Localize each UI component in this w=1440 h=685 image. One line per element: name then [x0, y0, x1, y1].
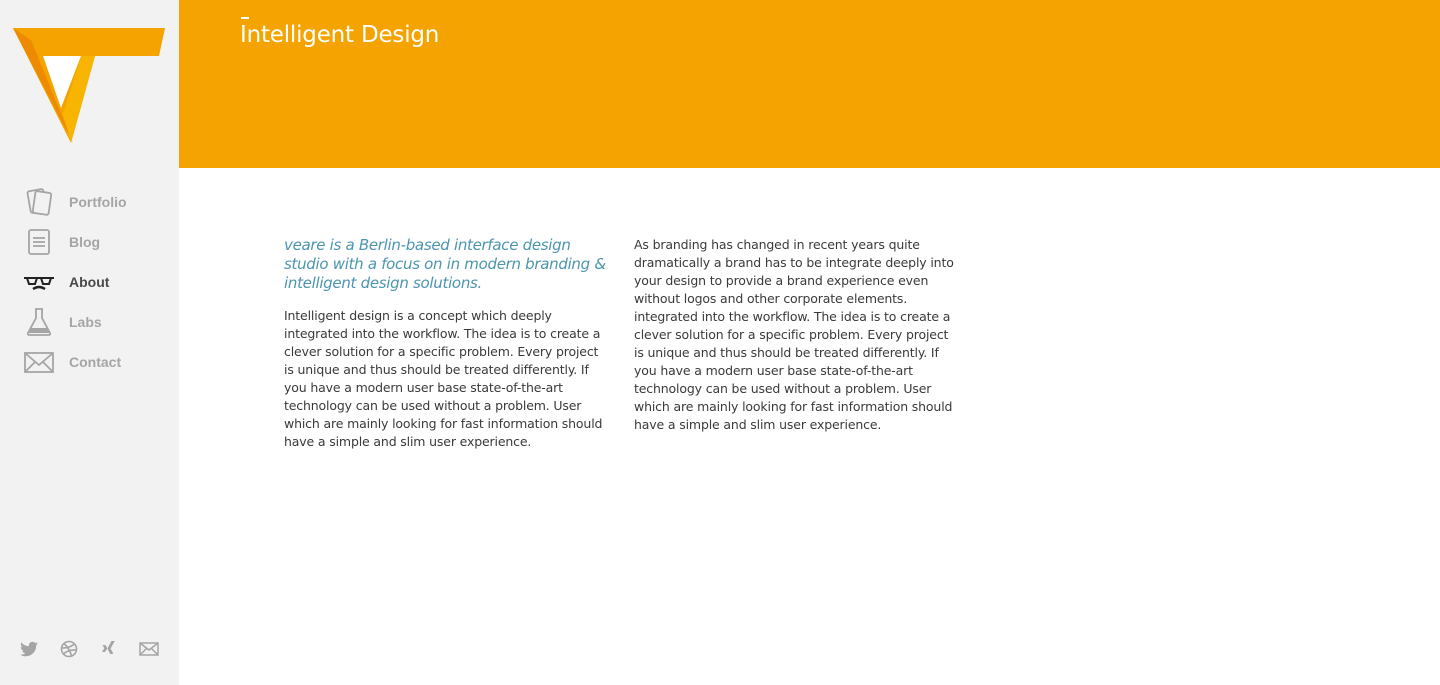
cards-icon	[22, 185, 56, 219]
nav-item-contact[interactable]: Contact	[22, 342, 127, 382]
nav-label-about: About	[69, 274, 110, 290]
content-column-left: veare is a Berlin-based interface design…	[284, 236, 606, 451]
right-paragraph: As branding has changed in recent years …	[634, 237, 954, 432]
mail-icon[interactable]	[138, 638, 160, 660]
main-nav: Portfolio Blog About Labs Contact	[22, 182, 127, 382]
nav-label-labs: Labs	[69, 314, 102, 330]
veare-v-logo-icon	[13, 28, 165, 143]
veare-logo[interactable]	[13, 28, 165, 146]
header-banner: Intelligent Design	[179, 0, 1440, 168]
nav-label-contact: Contact	[69, 354, 122, 370]
nav-item-about[interactable]: About	[22, 262, 127, 302]
xing-icon[interactable]	[98, 638, 120, 660]
nav-label-portfolio: Portfolio	[69, 194, 127, 210]
flask-icon	[22, 305, 56, 339]
glasses-mustache-icon	[22, 265, 56, 299]
social-links	[18, 638, 178, 660]
left-paragraph: Intelligent design is a concept which de…	[284, 308, 603, 449]
nav-item-blog[interactable]: Blog	[22, 222, 127, 262]
nav-item-labs[interactable]: Labs	[22, 302, 127, 342]
nav-item-portfolio[interactable]: Portfolio	[22, 182, 127, 222]
content-column-right: As branding has changed in recent years …	[634, 236, 956, 434]
nav-label-blog: Blog	[69, 234, 101, 250]
envelope-icon	[22, 345, 56, 379]
page-title: Intelligent Design	[240, 22, 440, 48]
document-icon	[22, 225, 56, 259]
sidebar: Portfolio Blog About Labs Contact	[0, 0, 179, 685]
dribbble-icon[interactable]	[58, 638, 80, 660]
lead-text: veare is a Berlin-based interface design…	[284, 236, 606, 292]
twitter-icon[interactable]	[18, 638, 40, 660]
title-accent-dash	[241, 17, 249, 19]
